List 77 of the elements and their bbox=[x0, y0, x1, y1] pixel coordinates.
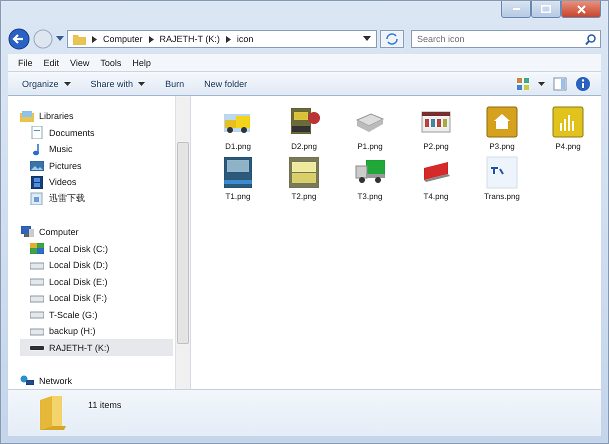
sidebar-item[interactable]: backup (H:) bbox=[20, 322, 173, 340]
folder-icon bbox=[73, 34, 86, 44]
menu-item[interactable]: Help bbox=[132, 58, 151, 68]
image-tile[interactable]: P3.png bbox=[469, 106, 535, 156]
film-icon bbox=[30, 176, 44, 189]
image-tile[interactable]: P1.png bbox=[337, 106, 403, 156]
image-thumbnail bbox=[222, 156, 254, 189]
arrow-icon bbox=[148, 36, 154, 42]
address-bar[interactable]: Computer RAJETH-T (K:) icon bbox=[67, 30, 377, 48]
maximize-icon bbox=[541, 5, 551, 13]
sidebar-item[interactable]: Local Disk (E:) bbox=[20, 273, 173, 290]
network-icon bbox=[20, 374, 34, 388]
image-tile[interactable]: T1.png bbox=[205, 156, 271, 206]
toolbar-button[interactable]: Burn bbox=[159, 76, 190, 90]
menu-item[interactable]: File bbox=[18, 58, 33, 68]
folder-icon bbox=[30, 192, 44, 206]
menu-item[interactable]: Tools bbox=[100, 58, 122, 68]
caret-icon bbox=[138, 82, 146, 86]
sidebar-item[interactable]: Libraries bbox=[20, 108, 175, 125]
sidebar-item[interactable]: Videos bbox=[20, 174, 173, 191]
image-thumbnail bbox=[486, 106, 518, 139]
sidebar-item[interactable]: Local Disk (F:) bbox=[20, 290, 173, 306]
toolbar-button[interactable]: Organize bbox=[16, 76, 77, 90]
back-button[interactable] bbox=[8, 28, 30, 50]
breadcrumb-link[interactable]: RAJETH-T (K:) bbox=[160, 34, 220, 44]
sidebar-item[interactable]: 迅雷下载 bbox=[20, 190, 173, 208]
caret-icon[interactable] bbox=[538, 82, 545, 86]
sidebar-item[interactable]: Documents bbox=[20, 124, 173, 142]
toolbar-button[interactable]: Share with bbox=[84, 76, 152, 90]
arrow-icon bbox=[226, 36, 231, 42]
image-tile[interactable]: P4.png bbox=[535, 106, 601, 156]
caret-icon bbox=[64, 82, 71, 86]
minimize-button[interactable] bbox=[501, 1, 531, 18]
picture-icon bbox=[30, 159, 44, 172]
sidebar-item[interactable]: Music bbox=[20, 141, 173, 158]
image-tile[interactable]: D2.png bbox=[271, 106, 337, 156]
refresh-icon bbox=[385, 33, 399, 45]
dropdown-arrow-icon[interactable] bbox=[363, 36, 371, 42]
toolbar-button[interactable]: New folder bbox=[198, 76, 254, 90]
library-icon bbox=[20, 110, 34, 123]
sidebar-item[interactable]: RAJETH-T (K:) bbox=[20, 339, 173, 356]
minimize-icon bbox=[512, 8, 520, 10]
help-icon[interactable] bbox=[575, 76, 591, 92]
scrollbar[interactable] bbox=[175, 96, 190, 389]
image-tile[interactable]: Trans.png bbox=[469, 156, 535, 206]
drive-icon bbox=[30, 242, 44, 256]
sidebar-item[interactable]: Local Disk (C:) bbox=[20, 240, 173, 257]
sidebar-item[interactable]: Pictures bbox=[20, 158, 173, 174]
item-count: 11 items bbox=[88, 400, 122, 410]
search-icon[interactable] bbox=[585, 34, 596, 45]
search-field[interactable]: Search icon bbox=[411, 30, 601, 48]
image-tile[interactable]: D1.png bbox=[205, 106, 271, 156]
maximize-button[interactable] bbox=[531, 1, 561, 18]
image-thumbnail bbox=[552, 106, 584, 139]
close-button[interactable] bbox=[561, 1, 601, 18]
document-icon bbox=[30, 126, 44, 140]
sidebar-item[interactable]: Network bbox=[20, 372, 175, 390]
refresh-button[interactable] bbox=[380, 30, 404, 48]
breadcrumb-link[interactable]: Computer bbox=[103, 34, 143, 44]
breadcrumb-link[interactable]: icon bbox=[236, 34, 254, 44]
close-icon bbox=[576, 4, 586, 14]
image-thumbnail bbox=[486, 156, 518, 189]
preview-pane-icon[interactable] bbox=[553, 76, 567, 90]
sidebar-item[interactable]: Local Disk (D:) bbox=[20, 256, 173, 274]
sidebar-item[interactable]: T-Scale (G:) bbox=[20, 306, 173, 323]
image-tile[interactable]: P2.png bbox=[403, 106, 469, 156]
image-thumbnail bbox=[288, 156, 320, 189]
image-tile[interactable]: T2.png bbox=[271, 156, 337, 206]
view-options-icon[interactable] bbox=[516, 76, 530, 90]
image-tile[interactable]: T3.png bbox=[337, 156, 403, 206]
menu-item[interactable]: Edit bbox=[44, 58, 60, 68]
arrow-icon bbox=[92, 36, 97, 42]
sidebar-item[interactable]: Computer bbox=[20, 224, 175, 240]
folder-icon bbox=[38, 394, 68, 432]
menu-item[interactable]: View bbox=[70, 58, 90, 68]
image-tile[interactable]: T4.png bbox=[403, 156, 469, 206]
computer-icon bbox=[20, 225, 34, 238]
